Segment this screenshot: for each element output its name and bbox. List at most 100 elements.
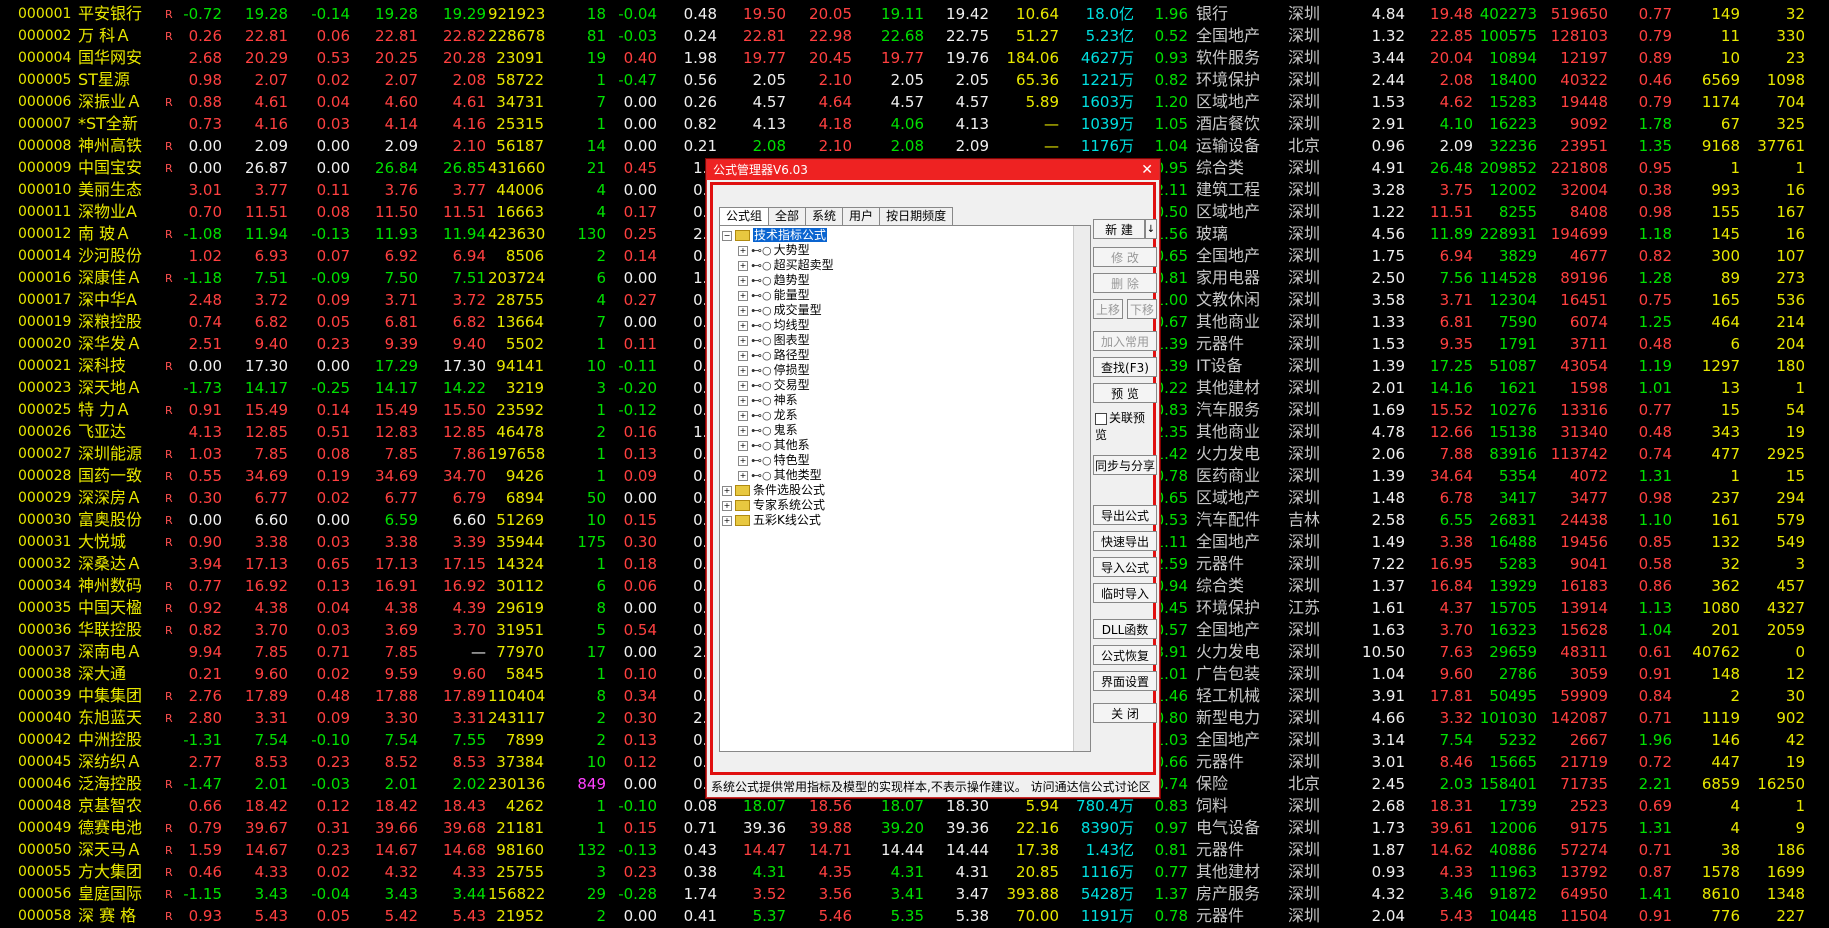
cell-ratio: 0.78 [1154,907,1188,925]
expand-icon[interactable]: + [738,260,748,271]
tree-item[interactable]: + ⊷○ 特色型 [738,453,810,468]
tab-date-frequency[interactable]: 按日期频度 [879,207,954,225]
tree-item[interactable]: + ⊷○ 其他类型 [738,468,822,483]
cell-chg: 3.01 [188,181,222,199]
table-row[interactable]: 000008 神州高铁 R 0.00 2.09 0.00 2.09 2.10 56187 14 0.… [0,135,1829,157]
tree-item[interactable]: + ⊷○ 趋势型 [738,273,810,288]
formula-tree[interactable]: − 技术指标公式 + ⊷○ 大势型 + ⊷○ 超买超卖型 + ⊷○ 趋势型 + ⊷○ 能量型 + ⊷○ 成交量型… [719,225,1091,752]
import-button[interactable]: 导入公式 [1093,557,1157,577]
expand-icon[interactable]: + [738,275,748,286]
collapse-icon[interactable]: − [722,230,732,241]
cell-r6: 67 [1720,115,1740,133]
table-row[interactable]: 000004 国华网安 2.68 20.29 0.53 20.25 20.28 23091 19… [0,47,1829,69]
tree-group[interactable]: + 专家系统公式 [722,498,825,513]
expand-icon[interactable]: + [738,320,748,331]
table-row[interactable]: 000007 *ST全新 0.73 4.16 0.03 4.14 4.16 25315 1 0.0… [0,113,1829,135]
tree-item[interactable]: + ⊷○ 龙系 [738,408,798,423]
table-row[interactable]: 000049 德赛电池 R 0.79 39.67 0.31 39.66 39.68 21181 1… [0,817,1829,839]
cell-r5: 0.69 [1638,797,1672,815]
close-icon[interactable]: ✕ [1141,160,1153,180]
expand-icon[interactable]: + [738,440,748,451]
move-down-button[interactable]: 下移 [1127,299,1157,319]
link-preview-checkbox[interactable]: 关联预览 [1095,409,1153,443]
new-button[interactable]: 新 建 [1093,219,1145,239]
dll-function-button[interactable]: DLL函数 [1093,619,1157,639]
expand-icon[interactable]: + [722,485,732,496]
expand-icon[interactable]: + [738,470,748,481]
tree-item[interactable]: + ⊷○ 均线型 [738,318,810,333]
dialog-titlebar[interactable]: 公式管理器V6.03 ✕ [707,160,1159,180]
move-up-button[interactable]: 上移 [1093,299,1123,319]
expand-icon[interactable]: + [738,455,748,466]
expand-icon[interactable]: + [738,335,748,346]
formula-manager-dialog[interactable]: 公式管理器V6.03 ✕ 公式组 全部 系统 用户 按日期频度 − 技术指标公式 +… [706,159,1160,798]
table-row[interactable]: 000048 京基智农 0.66 18.42 0.12 18.42 18.43 4262 1 -0… [0,795,1829,817]
tree-scrollbar[interactable] [1073,226,1090,751]
tree-group[interactable]: + 五彩K线公式 [722,513,821,528]
quick-export-button[interactable]: 快速导出 [1093,531,1157,551]
table-row[interactable]: 000056 皇庭国际 R -1.15 3.43 -0.04 3.43 3.44 156822 2… [0,883,1829,905]
delete-button[interactable]: 删 除 [1093,273,1157,293]
expand-icon[interactable]: + [738,395,748,406]
tree-item[interactable]: + ⊷○ 交易型 [738,378,810,393]
tree-group[interactable]: + 条件选股公式 [722,483,825,498]
region-cell: 深圳 [1288,356,1321,375]
tree-item[interactable]: + ⊷○ 停损型 [738,363,810,378]
restore-button[interactable]: 公式恢复 [1093,645,1157,665]
tab-system[interactable]: 系统 [805,207,844,225]
cell-r7: 902 [1776,709,1805,727]
add-common-button[interactable]: 加入常用 [1093,331,1157,351]
expand-icon[interactable]: + [738,290,748,301]
table-row[interactable]: 000005 ST星源 0.98 2.07 0.02 2.07 2.08 58722 1 -0.4… [0,69,1829,91]
expand-icon[interactable]: + [738,410,748,421]
modify-button[interactable]: 修 改 [1093,247,1157,267]
cell-r6: 165 [1711,291,1740,309]
key-icon: ⊷○ [751,394,772,407]
tree-root-technical[interactable]: − 技术指标公式 [722,228,828,243]
ui-setting-button[interactable]: 界面设置 [1093,671,1157,691]
expand-icon[interactable]: + [722,515,732,526]
cell-r1: 3.44 [1371,49,1405,67]
tree-item[interactable]: + ⊷○ 其他系 [738,438,810,453]
tree-item[interactable]: + ⊷○ 路径型 [738,348,810,363]
export-button[interactable]: 导出公式 [1093,505,1157,525]
tree-item[interactable]: + ⊷○ 超买超卖型 [738,258,834,273]
tree-item[interactable]: + ⊷○ 大势型 [738,243,810,258]
tree-item[interactable]: + ⊷○ 图表型 [738,333,810,348]
cell-r1: 3.91 [1371,687,1405,705]
table-row[interactable]: 000002 万 科Ａ R 0.26 22.81 0.06 22.81 22.82 228678… [0,25,1829,47]
expand-icon[interactable]: + [722,500,732,511]
cell-spd: 0.18 [623,555,657,573]
new-dropdown-icon[interactable]: ↓ [1145,219,1157,239]
table-row[interactable]: 000001 平安银行 R -0.72 19.28 -0.14 19.28 19.29 9219… [0,3,1829,25]
sync-share-button[interactable]: 同步与分享 [1093,455,1157,475]
expand-icon[interactable]: + [738,350,748,361]
tree-item[interactable]: + ⊷○ 能量型 [738,288,810,303]
expand-icon[interactable]: + [738,425,748,436]
cell-r4: 2523 [1569,797,1608,815]
tree-item[interactable]: + ⊷○ 成交量型 [738,303,822,318]
cell-delta: 0.03 [316,533,350,551]
tab-user[interactable]: 用户 [842,207,881,225]
temp-import-button[interactable]: 临时导入 [1093,583,1157,603]
tab-formula-group[interactable]: 公式组 [719,207,770,226]
preview-button[interactable]: 预 览 [1093,383,1157,403]
close-button[interactable]: 关 闭 [1093,703,1157,723]
cell-vol: 29619 [496,599,544,617]
expand-icon[interactable]: + [738,305,748,316]
table-row[interactable]: 000055 方大集团 R 0.46 4.33 0.02 4.32 4.33 25755 3 0.2… [0,861,1829,883]
tree-item[interactable]: + ⊷○ 神系 [738,393,798,408]
expand-icon[interactable]: + [738,365,748,376]
checkbox-box[interactable] [1095,412,1107,425]
expand-icon[interactable]: + [738,380,748,391]
find-button[interactable]: 查找(F3) [1093,357,1157,377]
tab-all[interactable]: 全部 [768,207,807,225]
tree-item[interactable]: + ⊷○ 鬼系 [738,423,798,438]
expand-icon[interactable]: + [738,245,748,256]
region-cell: 深圳 [1288,642,1321,661]
table-row[interactable]: 000050 深天马Ａ R 1.59 14.67 0.23 14.67 14.68 98160 1… [0,839,1829,861]
cell-vol: 23091 [496,49,544,67]
table-row[interactable]: 000006 深振业Ａ R 0.88 4.61 0.04 4.60 4.61 34731 7 0.0… [0,91,1829,113]
cell-ratio: 0.82 [1154,71,1188,89]
table-row[interactable]: 000058 深 赛 格 R 0.93 5.43 0.05 5.42 5.43 21952 2 0.… [0,905,1829,927]
